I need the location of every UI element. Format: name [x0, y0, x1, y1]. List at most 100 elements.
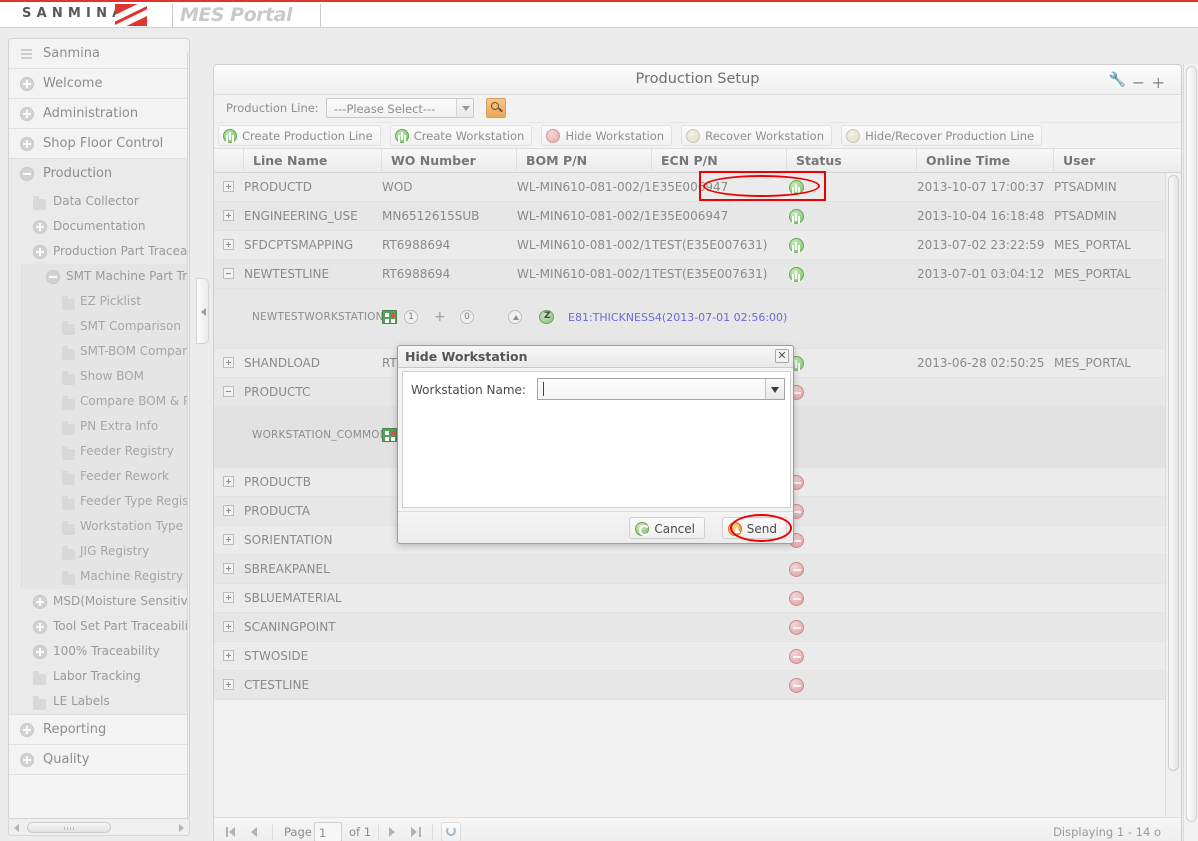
scrollbar-thumb[interactable]: [1168, 175, 1179, 771]
create-production-line-button[interactable]: Create Production Line: [218, 125, 381, 146]
sidebar-navigation[interactable]: Sanmina Welcome Administration Shop Floo…: [8, 38, 190, 820]
table-row[interactable]: STWOSIDE: [214, 642, 1181, 671]
sidebar-item-smt-bom-comparision[interactable]: SMT-BOM Comparision: [22, 339, 189, 364]
minimize-icon[interactable]: −: [1132, 73, 1145, 92]
row-expander-icon[interactable]: [223, 621, 234, 632]
row-expander-icon[interactable]: [223, 534, 234, 545]
chevron-down-icon[interactable]: [765, 379, 784, 399]
column-header-ecn-pn[interactable]: ECN P/N: [652, 149, 787, 173]
sidebar-item-quality[interactable]: Quality: [9, 745, 189, 775]
cancel-button[interactable]: Cancel: [629, 517, 705, 539]
scrollbar-thumb[interactable]: [27, 822, 111, 833]
sidebar-item-tool-set-part-traceability[interactable]: Tool Set Part Traceability: [9, 614, 189, 639]
column-header-online-time[interactable]: Online Time: [917, 149, 1054, 173]
sidebar-item-sanmina[interactable]: Sanmina: [9, 39, 189, 69]
close-icon[interactable]: ✕: [775, 349, 789, 363]
table-row[interactable]: PRODUCTD WOD WL-MIN610-081-002/11 E35E00…: [214, 173, 1181, 202]
row-expander-icon[interactable]: [223, 592, 234, 603]
sidebar-horizontal-scrollbar[interactable]: [8, 818, 190, 836]
row-collapse-icon[interactable]: [223, 386, 234, 397]
sidebar-item-smt-machine-part-traceability[interactable]: SMT Machine Part Traceabi: [22, 264, 189, 289]
scroll-left-icon[interactable]: [14, 824, 19, 832]
column-header-status[interactable]: Status: [787, 149, 917, 173]
workstation-config-icon[interactable]: [382, 310, 397, 324]
workstation-count-badge[interactable]: 1: [404, 310, 418, 324]
hide-recover-production-line-button[interactable]: Hide/Recover Production Line: [841, 125, 1043, 146]
sidebar-item-jig-registry[interactable]: JIG Registry: [22, 539, 189, 564]
workstation-zero-badge[interactable]: 0: [460, 310, 474, 324]
settings-wrench-icon[interactable]: 🔧: [1109, 72, 1126, 88]
scrollbar-thumb[interactable]: [1186, 66, 1197, 822]
production-line-select[interactable]: ---Please Select---: [326, 98, 474, 118]
hide-workstation-button[interactable]: Hide Workstation: [541, 125, 673, 146]
grid-vertical-scrollbar[interactable]: [1165, 173, 1181, 817]
recover-workstation-button[interactable]: Recover Workstation: [681, 125, 832, 146]
create-workstation-button[interactable]: Create Workstation: [389, 125, 533, 146]
sidebar-item-compare-bom-picklist[interactable]: Compare BOM & Picklist: [22, 389, 189, 414]
move-up-icon[interactable]: [508, 310, 522, 324]
table-row[interactable]: SBREAKPANEL: [214, 555, 1181, 584]
workstation-name-select[interactable]: [537, 378, 785, 400]
column-header-line-name[interactable]: Line Name: [244, 149, 382, 173]
refresh-button[interactable]: [441, 822, 461, 841]
row-collapse-icon[interactable]: [223, 268, 234, 279]
scroll-right-icon[interactable]: [179, 824, 184, 832]
search-button[interactable]: [486, 98, 506, 118]
chevron-down-icon[interactable]: [456, 99, 473, 117]
column-header-wo-number[interactable]: WO Number: [382, 149, 517, 173]
add-icon[interactable]: +: [434, 310, 446, 324]
sidebar-vertical-scrollbar[interactable]: [187, 51, 189, 819]
sidebar-item-shop-floor-control[interactable]: Shop Floor Control: [9, 129, 189, 159]
table-row[interactable]: NEWTESTLINE RT6988694 WL-MIN610-081-002/…: [214, 260, 1181, 289]
table-row[interactable]: SBLUEMATERIAL: [214, 584, 1181, 613]
sidebar-item-workstation-type[interactable]: Workstation Type: [22, 514, 189, 539]
table-row[interactable]: SFDCPTSMAPPING RT6988694 WL-MIN610-081-0…: [214, 231, 1181, 260]
row-expander-icon[interactable]: [223, 210, 234, 221]
sidebar-item-le-labels[interactable]: LE Labels: [9, 689, 189, 714]
sidebar-item-feeder-registry[interactable]: Feeder Registry: [22, 439, 189, 464]
row-expander-icon[interactable]: [223, 505, 234, 516]
sidebar-item-labor-tracking[interactable]: Labor Tracking: [9, 664, 189, 689]
table-row[interactable]: SCANINGPOINT: [214, 613, 1181, 642]
row-expander-icon[interactable]: [223, 563, 234, 574]
sidebar-item-reporting[interactable]: Reporting: [9, 715, 189, 745]
sidebar-item-administration[interactable]: Administration: [9, 99, 189, 129]
column-header-bom-pn[interactable]: BOM P/N: [517, 149, 652, 173]
sidebar-item-machine-registry[interactable]: Machine Registry: [22, 564, 189, 589]
table-row[interactable]: ENGINEERING_USE MN6512615SUB WL-MIN610-0…: [214, 202, 1181, 231]
sidebar-item-production-part-traceability[interactable]: Production Part Traceability: [9, 239, 189, 264]
sidebar-collapse-handle[interactable]: [196, 278, 209, 344]
button-label: Hide/Recover Production Line: [865, 129, 1035, 143]
first-page-icon[interactable]: [229, 827, 235, 837]
column-header-user[interactable]: User: [1054, 149, 1167, 173]
sidebar-item-data-collector[interactable]: Data Collector: [9, 189, 189, 214]
workstation-link[interactable]: E81:THICKNESS4(2013-07-01 02:56:00): [568, 311, 787, 324]
sidebar-item-ez-picklist[interactable]: EZ Picklist: [22, 289, 189, 314]
sidebar-item-100-percent-traceability[interactable]: 100% Traceability: [9, 639, 189, 664]
sidebar-item-show-bom[interactable]: Show BOM: [22, 364, 189, 389]
send-button[interactable]: Send: [721, 517, 787, 539]
row-expander-icon[interactable]: [223, 650, 234, 661]
row-expander-icon[interactable]: [223, 181, 234, 192]
sidebar-item-production[interactable]: Production: [9, 159, 189, 189]
prev-page-icon[interactable]: [251, 827, 257, 837]
row-expander-icon[interactable]: [223, 357, 234, 368]
last-page-icon[interactable]: [411, 827, 417, 837]
row-expander-icon[interactable]: [223, 476, 234, 487]
row-expander-icon[interactable]: [223, 239, 234, 250]
sidebar-item-smt-comparison[interactable]: SMT Comparison: [22, 314, 189, 339]
next-page-icon[interactable]: [389, 827, 395, 837]
workstation-config-icon[interactable]: [382, 428, 397, 442]
test-status-icon[interactable]: [539, 310, 554, 324]
window-vertical-scrollbar[interactable]: [1183, 64, 1198, 841]
page-number-input[interactable]: 1: [314, 822, 342, 841]
sidebar-item-msd[interactable]: MSD(Moisture Sensitive De: [9, 589, 189, 614]
sidebar-item-documentation[interactable]: Documentation: [9, 214, 189, 239]
sidebar-item-feeder-type-registry[interactable]: Feeder Type Registry: [22, 489, 189, 514]
sidebar-item-feeder-rework[interactable]: Feeder Rework: [22, 464, 189, 489]
table-row[interactable]: CTESTLINE: [214, 671, 1181, 700]
row-expander-icon[interactable]: [223, 679, 234, 690]
sidebar-item-pn-extra-info[interactable]: PN Extra Info: [22, 414, 189, 439]
sidebar-item-welcome[interactable]: Welcome: [9, 69, 189, 99]
maximize-icon[interactable]: +: [1152, 73, 1165, 92]
